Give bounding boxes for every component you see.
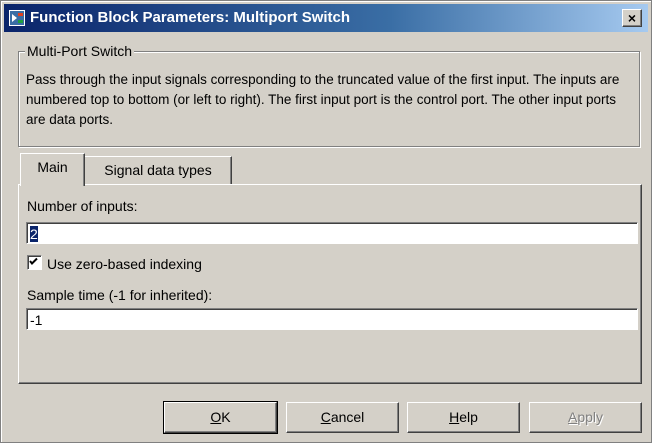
zero-based-indexing-label: Use zero-based indexing bbox=[47, 256, 202, 272]
help-label: elp bbox=[459, 409, 478, 425]
ok-button[interactable]: OK bbox=[163, 401, 278, 434]
tab-label: Main bbox=[37, 159, 68, 175]
number-of-inputs-value: 2 bbox=[30, 226, 38, 242]
cancel-mnemonic: C bbox=[320, 409, 331, 425]
cancel-button[interactable]: Cancel bbox=[286, 402, 399, 433]
apply-button[interactable]: Apply bbox=[529, 402, 642, 433]
ok-label: K bbox=[221, 409, 231, 425]
zero-based-indexing-checkbox[interactable] bbox=[27, 255, 42, 270]
checkmark-icon bbox=[29, 257, 38, 265]
apply-label: pply bbox=[577, 409, 604, 425]
window-title: Function Block Parameters: Multiport Swi… bbox=[30, 9, 351, 26]
help-mnemonic: H bbox=[449, 409, 460, 425]
help-button[interactable]: Help bbox=[407, 402, 520, 433]
ok-mnemonic: O bbox=[210, 409, 222, 425]
number-of-inputs-field[interactable]: 2 bbox=[26, 222, 638, 244]
apply-mnemonic: A bbox=[567, 409, 578, 425]
tab-label: Signal data types bbox=[104, 162, 212, 178]
number-of-inputs-label: Number of inputs: bbox=[27, 198, 138, 214]
close-button[interactable]: × bbox=[622, 9, 642, 27]
sample-time-label: Sample time (-1 for inherited): bbox=[27, 287, 213, 303]
title-bar[interactable]: Function Block Parameters: Multiport Swi… bbox=[4, 4, 648, 32]
tab-signal-data-types[interactable]: Signal data types bbox=[84, 156, 232, 184]
group-legend: Multi-Port Switch bbox=[25, 42, 135, 60]
sample-time-field[interactable]: -1 bbox=[26, 308, 638, 330]
block-description: Pass through the input signals correspon… bbox=[26, 72, 620, 127]
sample-time-value: -1 bbox=[30, 312, 43, 328]
tab-main[interactable]: Main bbox=[20, 153, 85, 186]
close-icon: × bbox=[627, 10, 637, 26]
dialog-window: Function Block Parameters: Multiport Swi… bbox=[0, 0, 652, 443]
simulink-block-icon bbox=[9, 10, 25, 26]
cancel-label: ancel bbox=[330, 409, 365, 425]
multiport-switch-group: Multi-Port Switch Pass through the input… bbox=[18, 42, 640, 147]
